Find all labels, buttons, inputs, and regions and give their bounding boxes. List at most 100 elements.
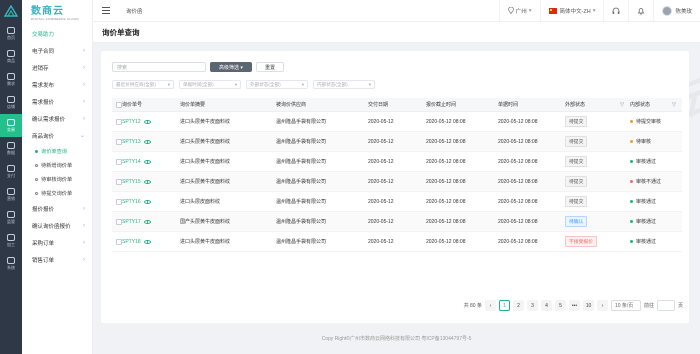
rail-item[interactable]: 数据: [0, 137, 22, 160]
deadline-cell: 2020-05-12 08:08: [426, 178, 466, 185]
sidebar-group[interactable]: 需求报价 ›: [22, 93, 92, 110]
chevron-right-icon: ›: [83, 81, 85, 88]
chevron-down-icon: ▾: [167, 81, 170, 87]
sidebar-group[interactable]: 确认需求报价 ›: [22, 110, 92, 127]
document-time-cell: 2020-05-12 08:08: [498, 218, 538, 225]
sidebar-group[interactable]: 采购订单 ›: [22, 234, 92, 251]
page-button[interactable]: 2: [512, 300, 524, 311]
chevron-right-icon: ›: [83, 64, 85, 71]
sidebar-subitem[interactable]: 待新增询价单: [22, 158, 92, 172]
inquiry-id-link[interactable]: SPTY15: [122, 179, 141, 185]
sidebar-group[interactable]: 报价报价 ›: [22, 200, 92, 217]
view-eye-icon[interactable]: [143, 159, 151, 164]
inquiry-id-link[interactable]: SPTY17: [122, 219, 141, 225]
page-button[interactable]: 1: [498, 300, 510, 311]
sidebar-subitem[interactable]: 询价单查询: [22, 144, 92, 158]
tab-inquiry[interactable]: 询价函: [126, 7, 143, 15]
rail-item[interactable]: 系统: [0, 252, 22, 275]
rail-item[interactable]: 加工: [0, 229, 22, 252]
inquiry-id-link[interactable]: SPTY18: [122, 239, 141, 245]
rail-item[interactable]: 需求: [0, 68, 22, 91]
page-size-select[interactable]: 10 条/页: [610, 300, 641, 311]
inquiry-id-link[interactable]: SPTY14: [122, 159, 141, 165]
supplier-cell: 温州隆昌手袋有限公司: [276, 139, 327, 145]
status-dot-icon: [630, 240, 633, 243]
language-selector[interactable]: 简体中文-ZH ▾: [539, 0, 604, 22]
chevron-down-icon: ▾: [368, 81, 371, 87]
table-row[interactable]: SPTY18 进口头层黄牛皮面料纹 温州隆昌手袋有限公司 2020-05-12 2020…: [112, 232, 682, 252]
page-button[interactable]: 5: [554, 300, 566, 311]
sidebar-subitem-label: 待审核询价单: [41, 176, 73, 183]
view-eye-icon[interactable]: [143, 199, 151, 204]
icon-rail: 首页 商品 需求 店铺 交易 数据 支付 营销 监管 加工 系统: [0, 0, 22, 354]
status-dot-icon: [630, 140, 633, 143]
page-button[interactable]: 4: [540, 300, 552, 311]
inquiry-id-link[interactable]: SPTY13: [122, 139, 141, 145]
sidebar-group[interactable]: 进销存 ›: [22, 59, 92, 76]
sidebar-subitem[interactable]: 待审核询价单: [22, 172, 92, 186]
language-label: 简体中文-ZH: [559, 8, 591, 15]
advanced-filter-button[interactable]: 高级筛选 ▾: [210, 62, 252, 72]
search-input[interactable]: 搜索: [112, 62, 206, 72]
prev-page-button[interactable]: ‹: [484, 300, 496, 311]
filter-funnel-icon[interactable]: ▽: [620, 102, 624, 108]
table-row[interactable]: SPTY13 进口头层黄牛皮面料纹 温州隆昌手袋有限公司 2020-05-12 2020…: [112, 132, 682, 152]
sidebar-group[interactable]: 销售订单 ›: [22, 251, 92, 268]
sidebar-subitem-label: 待新增询价单: [41, 162, 73, 169]
menu-toggle-icon[interactable]: [102, 7, 110, 14]
deadline-cell: 2020-05-12 08:08: [426, 198, 466, 205]
rail-item[interactable]: 店铺: [0, 91, 22, 114]
table-row[interactable]: SPTY12 进口头层黄牛皮面料纹 温州隆昌手袋有限公司 2020-05-12 2020…: [112, 112, 682, 132]
bullet-icon: [35, 149, 38, 153]
filter-select[interactable]: 单据时间(全部) ▾: [179, 80, 241, 89]
sidebar-group[interactable]: 需求发布 ›: [22, 76, 92, 93]
reset-button[interactable]: 重置: [256, 62, 284, 72]
page-button[interactable]: 3: [526, 300, 538, 311]
rail-item[interactable]: 商品: [0, 45, 22, 68]
next-page-button[interactable]: ›: [596, 300, 608, 311]
notification-button[interactable]: [628, 0, 653, 22]
rail-item[interactable]: 交易: [0, 114, 22, 137]
summary-cell: 进口头层黄牛皮面料纹: [180, 139, 231, 145]
page-button[interactable]: 10: [582, 300, 594, 311]
rail-item-icon: [7, 211, 15, 218]
sidebar-group[interactable]: 电子合同 ›: [22, 42, 92, 59]
user-menu[interactable]: 陈美玫: [653, 0, 700, 22]
filter-select[interactable]: 内部状态(全部) ▾: [313, 80, 375, 89]
summary-cell: 进口头层皮面料纹: [180, 199, 221, 205]
external-status-badge: 待提交: [565, 156, 588, 167]
goto-page-input[interactable]: [656, 300, 675, 311]
sidebar-group[interactable]: 确认询价函报价 ›: [22, 217, 92, 234]
inquiry-id-link[interactable]: SPTY12: [122, 119, 141, 125]
filter-funnel-icon[interactable]: ▽: [672, 102, 676, 108]
view-eye-icon[interactable]: [143, 139, 151, 144]
rail-item[interactable]: 监管: [0, 206, 22, 229]
rail-item[interactable]: 首页: [0, 22, 22, 45]
view-eye-icon[interactable]: [143, 219, 151, 224]
headset-button[interactable]: [603, 0, 628, 22]
table-row[interactable]: SPTY16 进口头层皮面料纹 温州隆昌手袋有限公司 2020-05-12 2020-0…: [112, 192, 682, 212]
view-eye-icon[interactable]: [143, 239, 151, 244]
rail-item[interactable]: 支付: [0, 160, 22, 183]
filter-select[interactable]: 最近价供应商(全部) ▾: [112, 80, 174, 89]
delivery-date-cell: 2020-05-12: [368, 218, 394, 225]
view-eye-icon[interactable]: [143, 119, 151, 124]
table-row[interactable]: SPTY15 进口头层黄牛皮面料纹 温州隆昌手袋有限公司 2020-05-12 2020…: [112, 172, 682, 192]
delivery-date-cell: 2020-05-12: [368, 238, 394, 245]
table-header: 询价单号 询价单摘要 被询价供应商 交付日期 报价截止时间 单据时间 外部状态 ▽…: [112, 98, 682, 112]
table-row[interactable]: SPTY14 进口头层黄牛皮面料纹 温州隆昌手袋有限公司 2020-05-12 2020…: [112, 152, 682, 172]
sidebar-section-title: 交易助力: [32, 32, 55, 38]
sidebar-group-label: 采购订单: [32, 240, 55, 247]
page-button[interactable]: •••: [568, 300, 580, 311]
sidebar-group[interactable]: 商品询价 ⌄: [22, 127, 92, 144]
table-row[interactable]: SPTY17 国产头层黄牛皮面料纹 温州隆昌手袋有限公司 2020-05-12 2020…: [112, 212, 682, 232]
top-bar: 询价函 广州 ▾ 简体中文-ZH ▾ 陈美玫: [93, 0, 700, 22]
sidebar-subitem[interactable]: 待提交询价单: [22, 186, 92, 200]
view-eye-icon[interactable]: [143, 179, 151, 184]
rail-item[interactable]: 营销: [0, 183, 22, 206]
column-header: 询价单号: [122, 102, 143, 108]
location-selector[interactable]: 广州 ▾: [498, 0, 540, 22]
filter-select[interactable]: 外部状态(全部) ▾: [246, 80, 308, 89]
inquiry-id-link[interactable]: SPTY16: [122, 199, 141, 205]
rail-item-icon: [7, 234, 15, 241]
